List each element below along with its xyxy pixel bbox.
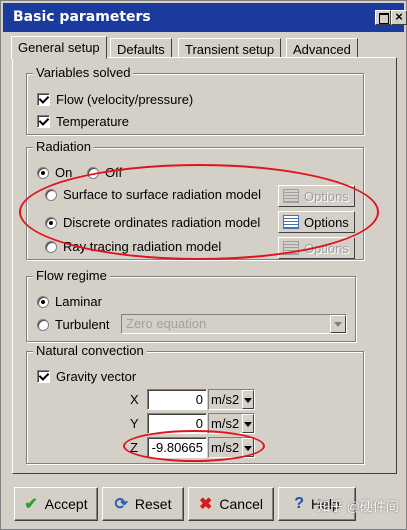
title-bar: Basic parameters × bbox=[3, 3, 407, 32]
watermark: 知乎 @硬件间 bbox=[317, 499, 399, 514]
reset-button[interactable]: ⟳ Reset bbox=[102, 487, 184, 521]
surface-to-surface-label: Surface to surface radiation model bbox=[63, 187, 261, 202]
chevron-down-icon bbox=[242, 390, 254, 409]
flow-regime-title: Flow regime bbox=[33, 268, 110, 283]
radiation-off-radio[interactable] bbox=[87, 166, 99, 179]
gravity-z-unit-select[interactable]: m/s2 bbox=[208, 437, 255, 458]
gravity-vector-label: Gravity vector bbox=[56, 369, 137, 384]
turbulent-radio-row[interactable]: Turbulent bbox=[37, 317, 109, 332]
unit-value: m/s2 bbox=[211, 416, 240, 431]
temperature-checkbox-row[interactable]: Temperature bbox=[37, 114, 129, 129]
maximize-icon[interactable] bbox=[375, 10, 391, 25]
z-axis-label: Z bbox=[130, 440, 138, 455]
laminar-radio-row[interactable]: Laminar bbox=[37, 294, 102, 309]
discrete-ordinates-label: Discrete ordinates radiation model bbox=[63, 215, 261, 230]
gravity-vector-checkbox[interactable] bbox=[37, 370, 50, 383]
gravity-vector-checkbox-row[interactable]: Gravity vector bbox=[37, 369, 136, 384]
laminar-label: Laminar bbox=[55, 294, 102, 309]
help-icon: ? bbox=[294, 495, 304, 512]
window-title: Basic parameters bbox=[13, 9, 151, 25]
radiation-on-label: On bbox=[55, 165, 73, 180]
discrete-ordinates-radio[interactable] bbox=[45, 216, 57, 229]
radiation-off-radio-row[interactable]: Off bbox=[87, 165, 122, 180]
tab-defaults[interactable]: Defaults bbox=[110, 38, 172, 58]
turbulence-model-select[interactable]: Zero equation bbox=[121, 314, 347, 334]
chevron-down-icon bbox=[330, 315, 346, 333]
options-label: Options bbox=[304, 240, 349, 256]
flow-checkbox[interactable] bbox=[37, 93, 50, 106]
unit-value: m/s2 bbox=[211, 392, 240, 407]
chevron-down-icon bbox=[242, 438, 254, 457]
ray-tracing-radio-row[interactable]: Ray tracing radiation model bbox=[45, 239, 221, 254]
unit-value: m/s2 bbox=[211, 440, 240, 455]
gravity-y-unit-select[interactable]: m/s2 bbox=[208, 413, 255, 434]
ray-tracing-radio[interactable] bbox=[45, 240, 57, 253]
radiation-on-radio[interactable] bbox=[37, 166, 49, 179]
flow-label: Flow (velocity/pressure) bbox=[56, 92, 194, 107]
temperature-checkbox[interactable] bbox=[37, 115, 50, 128]
reset-icon: ⟳ bbox=[114, 496, 128, 513]
options-icon bbox=[283, 241, 299, 255]
options-label: Options bbox=[304, 214, 349, 230]
radiation-off-label: Off bbox=[105, 165, 123, 180]
accept-button[interactable]: ✔ Accept bbox=[14, 487, 98, 521]
variables-solved-title: Variables solved bbox=[33, 65, 134, 80]
temperature-label: Temperature bbox=[56, 114, 129, 129]
tab-transient-setup[interactable]: Transient setup bbox=[178, 38, 282, 58]
gravity-z-field[interactable]: -9.80665 bbox=[147, 437, 207, 458]
basic-parameters-dialog: Basic parameters × General setup Default… bbox=[0, 0, 407, 530]
natural-convection-title: Natural convection bbox=[33, 343, 147, 358]
turbulence-model-value: Zero equation bbox=[126, 316, 207, 331]
cancel-button[interactable]: ✖ Cancel bbox=[188, 487, 274, 521]
radiation-title: Radiation bbox=[33, 139, 94, 154]
tab-advanced[interactable]: Advanced bbox=[286, 38, 358, 58]
reset-label: Reset bbox=[134, 496, 172, 512]
ray-tracing-options-button[interactable]: Options bbox=[278, 237, 355, 259]
flow-checkbox-row[interactable]: Flow (velocity/pressure) bbox=[37, 92, 193, 107]
ray-tracing-label: Ray tracing radiation model bbox=[63, 239, 222, 254]
cancel-icon: ✖ bbox=[199, 496, 213, 513]
cancel-label: Cancel bbox=[219, 496, 263, 512]
surface-to-surface-radio-row[interactable]: Surface to surface radiation model bbox=[45, 187, 261, 202]
radiation-on-radio-row[interactable]: On bbox=[37, 165, 72, 180]
discrete-ordinates-radio-row[interactable]: Discrete ordinates radiation model bbox=[45, 215, 260, 230]
turbulent-label: Turbulent bbox=[55, 317, 110, 332]
chevron-down-icon bbox=[242, 414, 254, 433]
y-axis-label: Y bbox=[130, 416, 139, 431]
close-icon[interactable]: × bbox=[391, 10, 407, 25]
accept-label: Accept bbox=[44, 496, 88, 512]
x-axis-label: X bbox=[130, 392, 139, 407]
gravity-x-unit-select[interactable]: m/s2 bbox=[208, 389, 255, 410]
check-icon: ✔ bbox=[24, 496, 38, 513]
surface-to-surface-options-button[interactable]: Options bbox=[278, 185, 355, 207]
tab-general-setup[interactable]: General setup bbox=[11, 36, 107, 59]
turbulent-radio[interactable] bbox=[37, 318, 49, 331]
gravity-x-field[interactable]: 0 bbox=[147, 389, 207, 410]
gravity-y-field[interactable]: 0 bbox=[147, 413, 207, 434]
options-icon bbox=[283, 215, 299, 229]
laminar-radio[interactable] bbox=[37, 295, 49, 308]
options-label: Options bbox=[304, 188, 349, 204]
surface-to-surface-radio[interactable] bbox=[45, 188, 57, 201]
discrete-ordinates-options-button[interactable]: Options bbox=[278, 211, 355, 233]
options-icon bbox=[283, 189, 299, 203]
